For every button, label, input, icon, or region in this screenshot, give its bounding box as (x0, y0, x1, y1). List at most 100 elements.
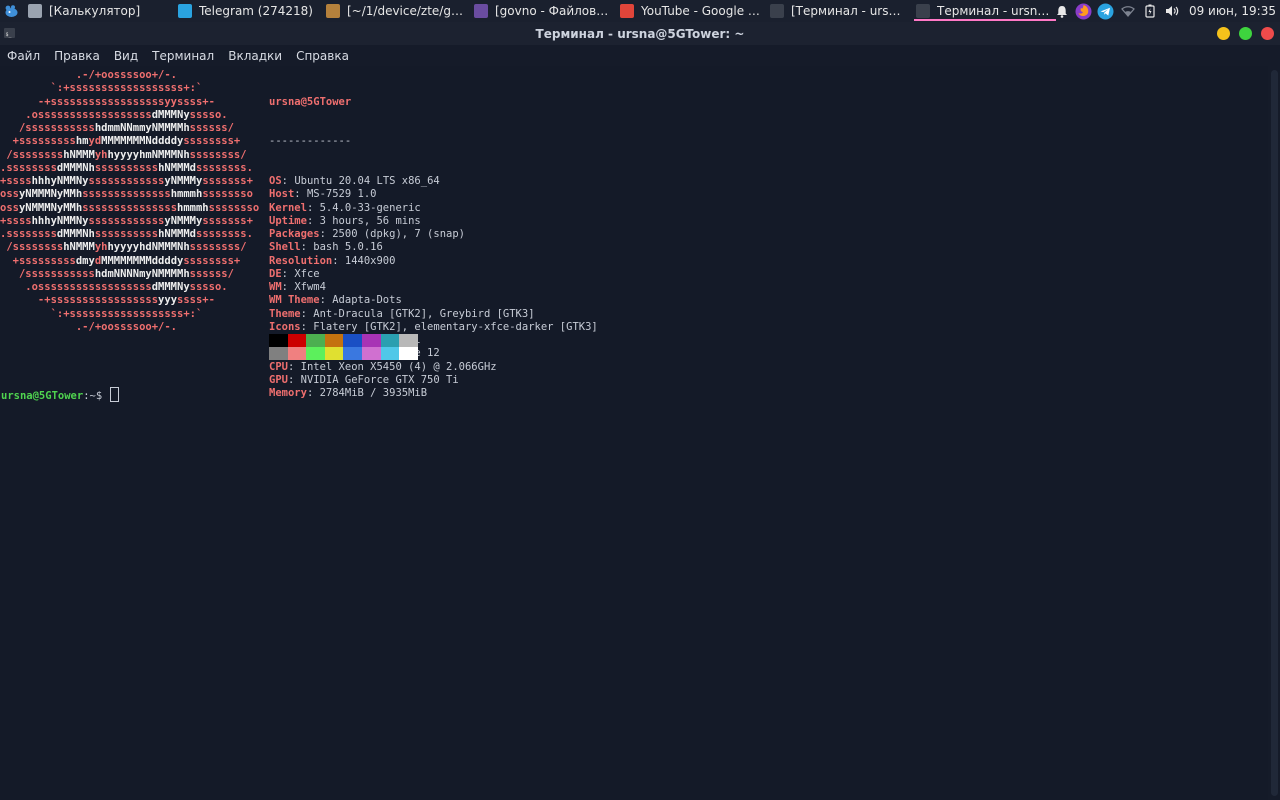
window-titlebar[interactable]: $_ Терминал - ursna@5GTower: ~ (0, 22, 1280, 45)
info-key: Icons (269, 320, 301, 333)
battery-icon[interactable] (1139, 0, 1161, 22)
logo-line: .ossssssssssssssssssdMMMNysssso. (0, 108, 228, 121)
palette-swatch (269, 347, 288, 360)
info-value: 3 hours, 56 mins (319, 214, 421, 227)
terminal-output[interactable]: .-/+oossssoo+/-. `:+ssssssssssssssssss+:… (0, 66, 1268, 800)
user-host: ursna@5GTower (269, 95, 352, 108)
taskbar-task-label: Терминал - ursna@5G... (937, 4, 1056, 18)
palette-swatch (343, 347, 362, 360)
info-separator: ------------- (269, 135, 352, 148)
info-row: GPU: NVIDIA GeForce GTX 750 Ti (269, 373, 459, 386)
terminal-scrollbar[interactable] (1271, 70, 1278, 796)
logo-line: +sssshhhyNMMNyssssssssssssyNMMMysssssss+ (0, 175, 253, 187)
palette-swatch (269, 334, 288, 347)
system-tray: 09 июн, 19:35 (1051, 0, 1280, 22)
terminal-icon (916, 4, 930, 18)
palette-swatch (306, 347, 325, 360)
logo-line: .-/+oossssoo+/-. (0, 320, 178, 333)
menubar: Файл Правка Вид Терминал Вкладки Справка (0, 45, 1280, 66)
menu-tabs[interactable]: Вкладки (223, 49, 287, 63)
logo-line: -+sssssssssssssssssyyyssss+- (0, 294, 215, 307)
menu-edit[interactable]: Правка (49, 49, 105, 63)
ubuntu-ascii-logo: .-/+oossssoo+/-. `:+ssssssssssssssssss+:… (0, 69, 259, 334)
calculator-icon (28, 4, 42, 18)
telegram-tray-icon[interactable] (1095, 0, 1117, 22)
logo-line: .ossssssssssssssssssdMMMNysssso. (0, 281, 228, 293)
info-value: 2784MiB / 3935MiB (319, 387, 428, 399)
palette-swatch (399, 347, 418, 360)
logo-line: .ssssssssdMMMNhsssssssssshNMMMdssssssss. (0, 228, 253, 240)
info-key: Uptime (269, 214, 307, 227)
clock[interactable]: 09 июн, 19:35 (1183, 4, 1280, 18)
logo-line: .-/+oossssoo+/-. (0, 69, 178, 81)
logo-line: /ssssssssssshdmNNNNmyNMMMMhssssss/ (0, 267, 234, 280)
wifi-icon[interactable] (1117, 0, 1139, 22)
firefox-tray-icon[interactable] (1073, 0, 1095, 22)
logo-line: +sssshhhyNMMNyssssssssssssyNMMMysssssss+ (0, 214, 253, 227)
color-palette (269, 334, 418, 360)
palette-swatch (287, 347, 307, 360)
taskbar: [Калькулятор] Telegram (274218) [~/1/devic… (0, 0, 1280, 22)
chrome-icon (620, 4, 634, 18)
info-value: Xfce (294, 267, 320, 280)
info-row: Host: MS-7529 1.0 (269, 188, 377, 201)
minimize-button[interactable] (1217, 27, 1230, 40)
logo-line: +ssssssssshmydMMMMMMMNddddyssssssss+ (0, 135, 241, 148)
menu-file[interactable]: Файл (2, 49, 45, 63)
taskbar-task[interactable]: Терминал - ursna@5G... (910, 0, 1060, 22)
info-key: WM (269, 281, 282, 293)
taskbar-task-label: [govno - Файловый м... (495, 4, 610, 18)
taskbar-task[interactable]: [Калькулятор] (22, 0, 172, 22)
info-value: Intel Xeon X5450 (4) @ 2.066GHz (300, 360, 497, 373)
info-row: DE: Xfce (269, 267, 320, 280)
file-manager-icon (474, 4, 488, 18)
logo-line: /sssssssshNMMMyhhyyyyhdNMMMNhssssssss/ (0, 241, 247, 254)
info-key: DE (269, 267, 282, 280)
palette-swatch (287, 334, 307, 347)
taskbar-task[interactable]: YouTube - Google Chro... (614, 0, 764, 22)
whisker-menu-button[interactable] (0, 0, 22, 22)
palette-swatch (306, 334, 325, 347)
info-value: 1440x900 (344, 254, 396, 267)
info-value: 5.4.0-33-generic (319, 201, 421, 214)
volume-icon[interactable] (1161, 0, 1183, 22)
taskbar-task-label: [Терминал - ursna@5... (791, 4, 906, 18)
taskbar-task[interactable]: [~/1/device/zte/govno/... (320, 0, 468, 22)
info-key: Memory (269, 387, 307, 399)
palette-swatch (324, 334, 344, 347)
taskbar-task[interactable]: [Терминал - ursna@5... (764, 0, 910, 22)
menu-help[interactable]: Справка (291, 49, 354, 63)
menu-terminal[interactable]: Терминал (147, 49, 219, 63)
text-cursor (110, 387, 120, 402)
info-value: bash 5.0.16 (313, 241, 383, 254)
info-row: WM: Xfwm4 (269, 281, 326, 293)
window-title: Терминал - ursna@5GTower: ~ (535, 26, 745, 41)
info-key: Resolution (269, 254, 333, 267)
logo-line: -+ssssssssssssssssssyyssss+- (0, 95, 215, 108)
palette-swatch (380, 334, 400, 347)
menu-view[interactable]: Вид (109, 49, 143, 63)
info-row: Shell: bash 5.0.16 (269, 241, 383, 254)
info-value: Xfwm4 (294, 281, 326, 293)
info-key: Kernel (269, 201, 307, 214)
info-row: Packages: 2500 (dpkg), 7 (snap) (269, 228, 465, 240)
system-info: ursna@5GTower ------------- OS: Ubuntu 2… (269, 69, 598, 427)
taskbar-task-label: [Калькулятор] (49, 4, 141, 18)
terminal-icon (770, 4, 784, 18)
logo-line: `:+ssssssssssssssssss+:` (0, 307, 203, 320)
taskbar-task[interactable]: [govno - Файловый м... (468, 0, 614, 22)
shell-prompt[interactable]: ursna@5GTower:~$ (1, 387, 120, 403)
info-value: MS-7529 1.0 (306, 188, 377, 201)
logo-line: /ssssssssssshdmmNNmmyNMMMMhssssss/ (0, 122, 234, 134)
info-row: Uptime: 3 hours, 56 mins (269, 214, 421, 227)
notifications-icon[interactable] (1051, 0, 1073, 22)
logo-line: .ssssssssdMMMNhsssssssssshNMMMdssssssss. (0, 161, 253, 174)
taskbar-task-label: YouTube - Google Chro... (641, 4, 760, 18)
maximize-button[interactable] (1239, 27, 1252, 40)
taskbar-task[interactable]: Telegram (274218) (172, 0, 320, 22)
telegram-icon (178, 4, 192, 18)
info-value: Ant-Dracula [GTK2], Greybird [GTK3] (313, 307, 535, 320)
info-value: NVIDIA GeForce GTX 750 Ti (300, 373, 459, 386)
close-button[interactable] (1261, 27, 1274, 40)
info-value: Ubuntu 20.04 LTS x86_64 (294, 175, 440, 187)
